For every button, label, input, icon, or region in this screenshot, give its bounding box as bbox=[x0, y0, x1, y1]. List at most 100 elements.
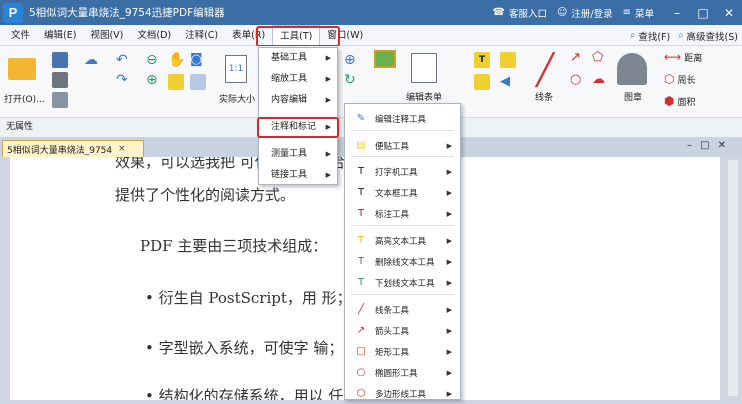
document-tab[interactable]: 5相似词大量串烧法_9754 × bbox=[2, 140, 144, 157]
advanced-find-button[interactable]: ⌕ 高级查找(S) bbox=[678, 29, 738, 43]
customer-service-label: 客服入口 bbox=[508, 8, 547, 20]
chevron-right-icon: ▶ bbox=[446, 368, 452, 377]
submenu-item-highlight[interactable]: T 高亮文本工具 ▶ bbox=[345, 230, 460, 251]
minimize-button[interactable]: – bbox=[664, 6, 690, 20]
actual-size-label: 实际大小 bbox=[219, 95, 256, 105]
text-tool-icon[interactable] bbox=[474, 74, 490, 90]
edit-form-button[interactable] bbox=[407, 52, 441, 84]
submenu-item-label: 打字机工具 bbox=[375, 167, 418, 178]
menu-item-content-edit[interactable]: 内容编辑 ▶ bbox=[259, 90, 337, 111]
menu-view[interactable]: 视图(V) bbox=[83, 25, 130, 46]
shape-pentagon-icon[interactable]: ⬠ bbox=[592, 50, 603, 65]
menu-item-zoom-tools[interactable]: 缩放工具 ▶ bbox=[259, 69, 337, 90]
distance-label: 距离 bbox=[684, 53, 703, 64]
snapshot-icon[interactable] bbox=[190, 74, 206, 90]
customer-service-button[interactable]: ☎ 客服入口 bbox=[492, 6, 546, 20]
chevron-right-icon: ▶ bbox=[325, 123, 331, 131]
submenu-item-underline[interactable]: T 下划线文本工具 ▶ bbox=[345, 272, 460, 293]
submenu-item-ellipse[interactable]: ○ 椭圆形工具 ▶ bbox=[345, 362, 460, 383]
distance-button[interactable]: ⟷ 距离 bbox=[664, 50, 702, 64]
submenu-item-label: 矩形工具 bbox=[375, 347, 410, 358]
submenu-item-label: 文本框工具 bbox=[375, 188, 418, 199]
menu-item-link-tools[interactable]: 链接工具 ▶ bbox=[259, 165, 337, 186]
audio-tool-icon[interactable]: ◀ bbox=[500, 74, 510, 89]
submenu-item-strikethrough[interactable]: T 删除线文本工具 ▶ bbox=[345, 251, 460, 272]
menu-comment[interactable]: 注释(C) bbox=[178, 25, 225, 46]
submenu-item-textbox[interactable]: T 文本框工具 ▶ bbox=[345, 182, 460, 203]
rotate-icon[interactable]: ↻ bbox=[344, 72, 356, 88]
chevron-right-icon: ▶ bbox=[446, 167, 452, 176]
submenu-item-line[interactable]: ╱ 线条工具 ▶ bbox=[345, 299, 460, 320]
redo-icon[interactable]: ↷ bbox=[116, 72, 128, 88]
typewriter-tool-icon[interactable]: T bbox=[474, 52, 490, 68]
maximize-button[interactable]: □ bbox=[690, 6, 716, 20]
document-window-controls[interactable]: –□✕ bbox=[687, 140, 734, 151]
submenu-item-polyline[interactable]: ⬡ 多边形线工具 ▶ bbox=[345, 383, 460, 404]
submenu-item-rectangle[interactable]: □ 矩形工具 ▶ bbox=[345, 341, 460, 362]
menu-separator bbox=[351, 225, 454, 226]
shape-cloud-icon[interactable]: ☁ bbox=[592, 72, 605, 87]
submenu-item-label: 线条工具 bbox=[375, 305, 410, 316]
perimeter-button[interactable]: ⬡ 周长 bbox=[664, 72, 696, 86]
undo-icon[interactable]: ↶ bbox=[116, 52, 128, 68]
menu-file[interactable]: 文件 bbox=[4, 25, 37, 46]
submenu-item-typewriter[interactable]: T 打字机工具 ▶ bbox=[345, 161, 460, 182]
submenu-item-edit-annotation[interactable]: ✎ 编辑注释工具 bbox=[345, 108, 460, 129]
stamp-button[interactable] bbox=[612, 50, 652, 88]
chevron-right-icon: ▶ bbox=[446, 236, 452, 245]
menu-item-measure-tools[interactable]: 测量工具 ▶ bbox=[259, 144, 337, 165]
submenu-item-label: 箭头工具 bbox=[375, 326, 410, 337]
camera-icon[interactable]: ◙ bbox=[190, 52, 203, 67]
window-title: 5相似词大量串烧法_9754迅捷PDF编辑器 bbox=[29, 7, 225, 19]
menu-item-basic-tools[interactable]: 基础工具 ▶ bbox=[259, 48, 337, 69]
open-label: 打开(O)... bbox=[4, 95, 45, 105]
submenu-item-label: 多边形线工具 bbox=[375, 389, 427, 400]
print-icon[interactable] bbox=[52, 72, 68, 88]
submenu-item-label: 椭圆形工具 bbox=[375, 368, 418, 379]
close-button[interactable]: ✕ bbox=[716, 6, 742, 20]
chevron-right-icon: ▶ bbox=[446, 305, 452, 314]
area-button[interactable]: ⬢ 面积 bbox=[664, 94, 696, 108]
select-icon[interactable] bbox=[168, 74, 184, 90]
chevron-right-icon: ▶ bbox=[325, 75, 331, 83]
submenu-item-sticky-note[interactable]: ▤ 便贴工具 ▶ bbox=[345, 135, 460, 156]
menu-separator bbox=[351, 156, 454, 157]
line-icon: ╱ bbox=[357, 304, 365, 315]
note-tool-icon[interactable] bbox=[500, 52, 516, 68]
find-label: 查找(F) bbox=[638, 31, 671, 43]
email-icon[interactable] bbox=[52, 92, 68, 108]
shape-ellipse-icon[interactable]: ○ bbox=[570, 72, 581, 87]
open-button[interactable] bbox=[6, 54, 38, 84]
doc-line-6: • 结构化的存储系统，用以 任何 bbox=[145, 387, 359, 400]
menu-label: 菜单 bbox=[634, 8, 654, 20]
login-button[interactable]: ☺ 注册/登录 bbox=[557, 6, 613, 20]
menu-edit[interactable]: 编辑(E) bbox=[37, 25, 83, 46]
textbox-icon: T bbox=[357, 187, 365, 198]
submenu-item-callout[interactable]: T 标注工具 ▶ bbox=[345, 203, 460, 224]
save-icon[interactable] bbox=[52, 52, 68, 68]
cloud-icon[interactable]: ☁ bbox=[84, 52, 98, 68]
image-tool-icon[interactable] bbox=[374, 50, 396, 68]
hand-icon[interactable]: ✋ bbox=[168, 52, 185, 68]
submenu-item-arrow[interactable]: ↗ 箭头工具 ▶ bbox=[345, 320, 460, 341]
chevron-right-icon: ▶ bbox=[446, 257, 452, 266]
menu-separator bbox=[351, 294, 454, 295]
advanced-find-label: 高级查找(S) bbox=[686, 31, 738, 43]
shape-arrow-icon[interactable]: ↗ bbox=[570, 50, 581, 65]
menu-item-annotation-markup[interactable]: 注释和标记 ▶ bbox=[257, 117, 339, 138]
forward-icon[interactable]: ⊕ bbox=[146, 72, 158, 88]
login-label: 注册/登录 bbox=[571, 8, 613, 20]
menu-item-label: 内容编辑 bbox=[271, 95, 308, 105]
close-tab-icon[interactable]: × bbox=[118, 144, 126, 154]
back-icon[interactable]: ⊖ bbox=[146, 52, 158, 68]
chevron-right-icon: ▶ bbox=[325, 54, 331, 62]
zoom-in-icon[interactable]: ⊕ bbox=[344, 52, 356, 68]
folder-icon bbox=[8, 58, 36, 80]
doc-line-3: PDF 主要由三项技术组成： bbox=[140, 237, 328, 255]
menu-button[interactable]: ≡ 菜单 bbox=[623, 6, 654, 20]
menu-document[interactable]: 文档(D) bbox=[130, 25, 178, 46]
actual-size-button[interactable]: 1:1 bbox=[223, 54, 249, 84]
line-tool-icon[interactable]: ╱ bbox=[526, 50, 564, 90]
find-button[interactable]: ⌕ 查找(F) bbox=[630, 29, 670, 43]
vertical-scrollbar[interactable] bbox=[728, 160, 738, 396]
